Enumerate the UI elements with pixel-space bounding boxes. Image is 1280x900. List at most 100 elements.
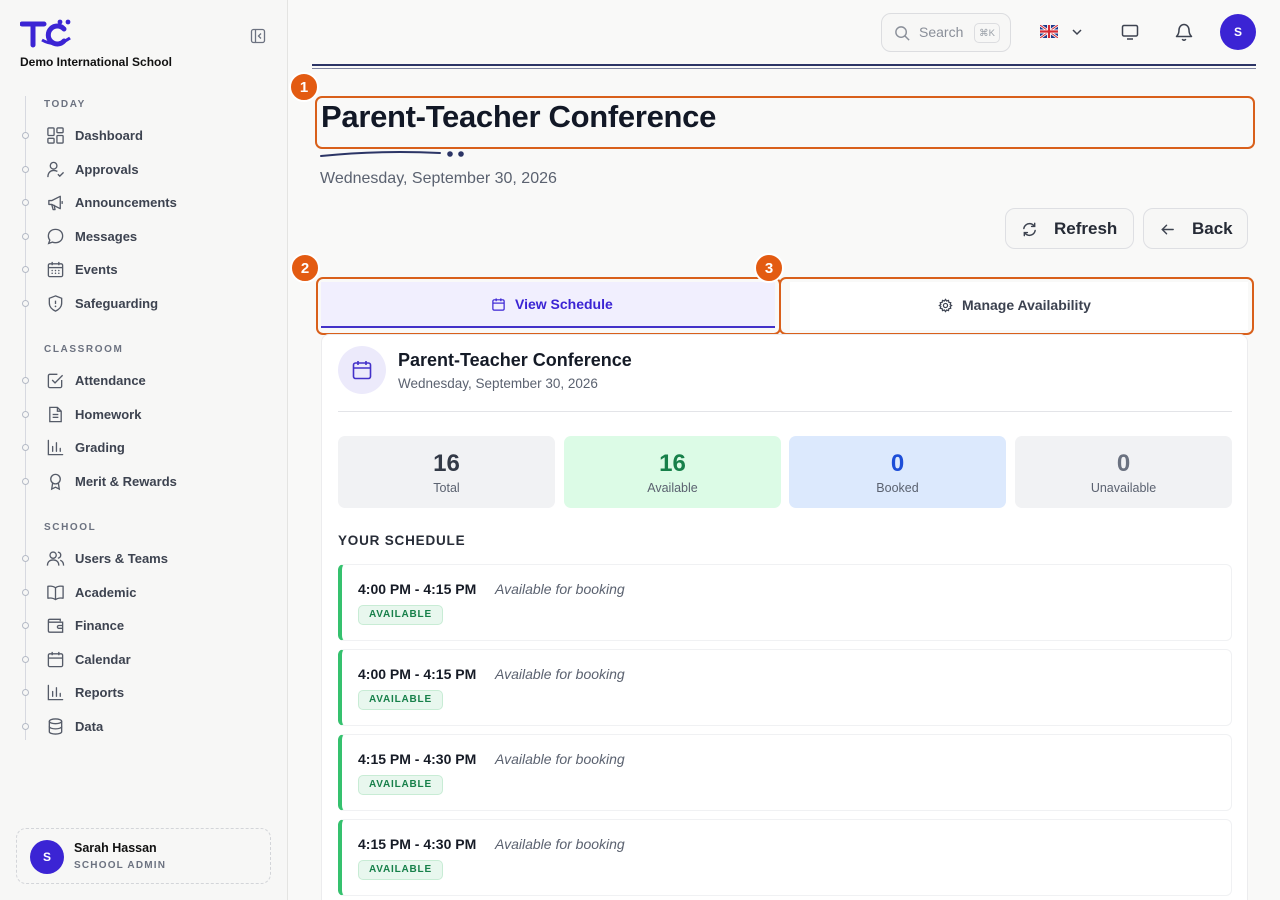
sidebar-item-label: Merit & Rewards xyxy=(75,474,177,489)
annotation-marker-3: 3 xyxy=(754,253,784,283)
sidebar-item-label: Data xyxy=(75,719,104,734)
slot-description: Available for booking xyxy=(495,836,625,852)
stat-booked: 0 Booked xyxy=(789,436,1006,508)
schedule-slot[interactable]: 4:00 PM - 4:15 PM Available for booking … xyxy=(338,649,1232,726)
sidebar-collapse-icon[interactable] xyxy=(250,28,266,44)
sidebar-item-label: Attendance xyxy=(75,373,146,388)
shield-icon xyxy=(48,295,63,312)
sidebar-item-finance[interactable]: Finance xyxy=(0,611,288,641)
stat-available: 16 Available xyxy=(564,436,781,508)
language-selector[interactable] xyxy=(1040,22,1086,42)
user-name: Sarah Hassan xyxy=(74,841,157,855)
refresh-label: Refresh xyxy=(1054,219,1118,238)
status-badge: AVAILABLE xyxy=(358,860,443,880)
sidebar-item-reports[interactable]: Reports xyxy=(0,678,288,708)
sidebar-item-events[interactable]: Events xyxy=(0,255,288,285)
sidebar-item-academic[interactable]: Academic xyxy=(0,578,288,608)
monitor-icon[interactable] xyxy=(1120,22,1140,42)
sidebar-item-label: Announcements xyxy=(75,195,177,210)
slot-time: 4:00 PM - 4:15 PM xyxy=(358,581,477,597)
nav-section-today: TODAY xyxy=(44,99,86,110)
card-calendar-badge xyxy=(338,346,386,394)
stat-value: 16 xyxy=(433,450,460,477)
sidebar-item-label: Calendar xyxy=(75,652,131,667)
slot-time: 4:15 PM - 4:30 PM xyxy=(358,836,477,852)
bar-chart-icon xyxy=(47,684,64,701)
search-shortcut: ⌘K xyxy=(974,23,1000,43)
sidebar-item-label: Reports xyxy=(75,685,125,700)
annotation-marker-2: 2 xyxy=(290,253,320,283)
page-date: Wednesday, September 30, 2026 xyxy=(320,170,557,187)
sidebar-item-data[interactable]: Data xyxy=(0,712,288,742)
user-role: SCHOOL ADMIN xyxy=(74,860,167,871)
school-logo xyxy=(20,19,71,48)
sidebar-item-label: Dashboard xyxy=(75,128,143,143)
sidebar: Demo International School TODAY Dashboar… xyxy=(0,0,288,900)
header-rule-thin xyxy=(312,68,1256,69)
back-label: Back xyxy=(1192,219,1233,238)
sidebar-item-users-teams[interactable]: Users & Teams xyxy=(0,544,288,574)
sidebar-item-label: Academic xyxy=(75,585,137,600)
avatar: S xyxy=(30,840,64,874)
status-badge: AVAILABLE xyxy=(358,605,443,625)
calendar-icon xyxy=(352,361,372,380)
bell-icon[interactable] xyxy=(1174,22,1194,42)
status-badge: AVAILABLE xyxy=(358,690,443,710)
sidebar-item-merit-rewards[interactable]: Merit & Rewards xyxy=(0,467,288,497)
sidebar-item-label: Approvals xyxy=(75,162,139,177)
back-button[interactable]: Back xyxy=(1143,208,1248,249)
header-rule xyxy=(312,64,1256,66)
sidebar-item-grading[interactable]: Grading xyxy=(0,433,288,463)
schedule-slot[interactable]: 4:15 PM - 4:30 PM Available for booking … xyxy=(338,819,1232,896)
sidebar-item-label: Users & Teams xyxy=(75,551,168,566)
sidebar-item-attendance[interactable]: Attendance xyxy=(0,366,288,396)
sidebar-item-label: Events xyxy=(75,262,118,277)
card-subtitle: Wednesday, September 30, 2026 xyxy=(398,376,598,391)
schedule-slot[interactable]: 4:15 PM - 4:30 PM Available for booking … xyxy=(338,734,1232,811)
sidebar-item-dashboard[interactable]: Dashboard xyxy=(0,121,288,151)
database-icon xyxy=(48,718,63,735)
uk-flag-icon xyxy=(1040,25,1058,38)
stat-unavailable: 0 Unavailable xyxy=(1015,436,1232,508)
sidebar-item-homework[interactable]: Homework xyxy=(0,400,288,430)
stat-label: Total xyxy=(433,481,460,495)
sidebar-item-label: Safeguarding xyxy=(75,296,159,311)
nav-section-classroom: CLASSROOM xyxy=(44,344,124,355)
title-underline-decoration xyxy=(320,151,464,157)
search-box[interactable]: Search ⌘K xyxy=(881,13,1011,52)
chat-bubble-icon xyxy=(47,228,64,245)
status-badge: AVAILABLE xyxy=(358,775,443,795)
annotation-box-1 xyxy=(315,96,1255,149)
slot-time: 4:15 PM - 4:30 PM xyxy=(358,751,477,767)
chevron-down-icon xyxy=(1072,29,1082,36)
book-icon xyxy=(47,585,64,601)
megaphone-icon xyxy=(48,195,63,211)
user-check-icon xyxy=(47,161,65,178)
sidebar-user-card[interactable]: S Sarah Hassan SCHOOL ADMIN xyxy=(16,828,271,884)
stat-label: Available xyxy=(647,481,698,495)
sidebar-item-messages[interactable]: Messages xyxy=(0,222,288,252)
schedule-card: Parent-Teacher Conference Wednesday, Sep… xyxy=(321,334,1248,900)
user-avatar-button[interactable]: S xyxy=(1220,14,1256,50)
bar-chart-icon xyxy=(47,439,64,456)
dashboard-icon xyxy=(47,127,64,144)
refresh-button[interactable]: Refresh xyxy=(1005,208,1134,249)
checkbox-icon xyxy=(47,373,64,389)
sidebar-item-calendar[interactable]: Calendar xyxy=(0,645,288,675)
sidebar-item-approvals[interactable]: Approvals xyxy=(0,155,288,185)
users-icon xyxy=(46,551,65,566)
stat-value: 0 xyxy=(890,450,905,477)
schedule-heading: YOUR SCHEDULE xyxy=(338,533,466,548)
search-placeholder: Search xyxy=(919,24,964,40)
schedule-slot[interactable]: 4:00 PM - 4:15 PM Available for booking … xyxy=(338,564,1232,641)
wallet-icon xyxy=(47,618,64,633)
annotation-box-2 xyxy=(316,277,781,335)
sidebar-item-announcements[interactable]: Announcements xyxy=(0,188,288,218)
sidebar-item-safeguarding[interactable]: Safeguarding xyxy=(0,289,288,319)
annotation-box-3 xyxy=(779,277,1254,335)
stat-label: Booked xyxy=(876,481,919,495)
card-title: Parent-Teacher Conference xyxy=(398,350,632,370)
search-icon xyxy=(895,26,910,41)
slot-description: Available for booking xyxy=(495,666,625,682)
slot-description: Available for booking xyxy=(495,751,625,767)
